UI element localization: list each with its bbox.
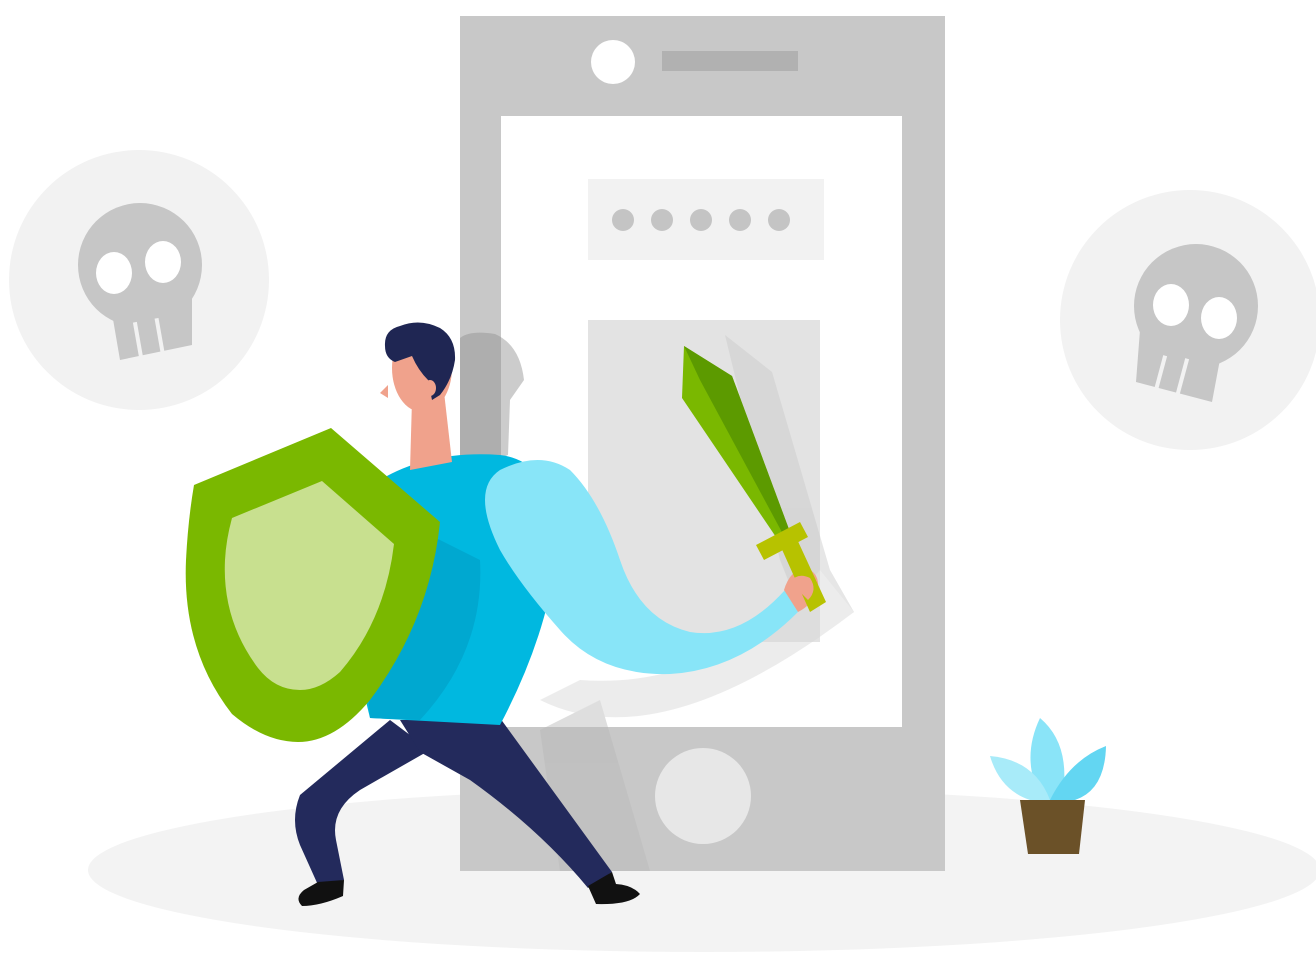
skull-icon <box>1060 190 1316 450</box>
skull-icon <box>9 150 269 410</box>
phone-camera <box>591 40 635 84</box>
security-illustration <box>0 0 1316 954</box>
phone-home-button <box>655 748 751 844</box>
smartphone <box>460 16 945 871</box>
phone-speaker <box>662 51 798 71</box>
illustration-canvas <box>9 16 1316 952</box>
plant-pot <box>1020 800 1085 854</box>
